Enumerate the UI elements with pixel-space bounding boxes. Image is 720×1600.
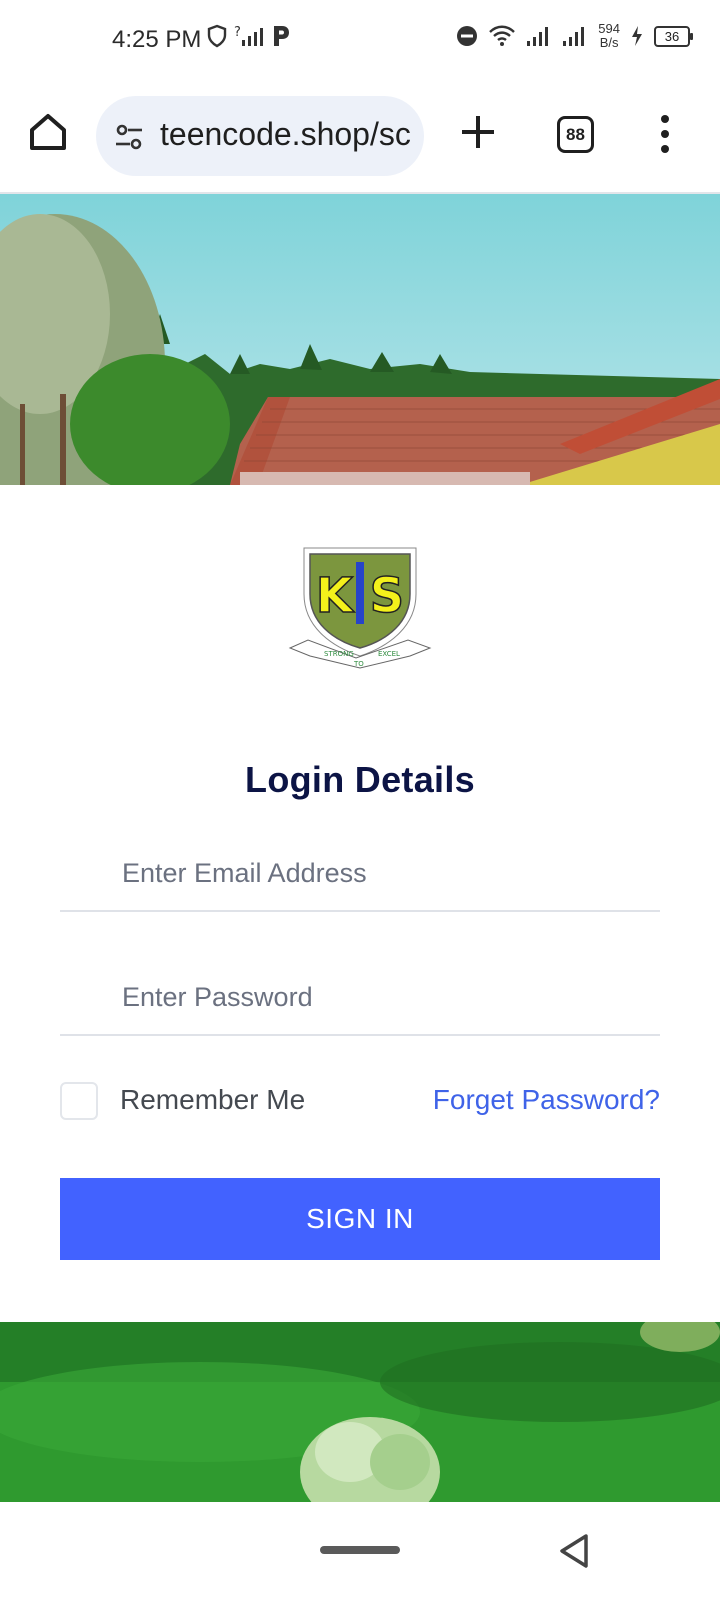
- address-bar[interactable]: teencode.shop/sc: [96, 96, 424, 176]
- password-field-container: [60, 944, 660, 1036]
- school-logo: K S STRONG TO EXCEL: [286, 544, 434, 680]
- status-right-icons: 594 B/s 36: [456, 22, 693, 50]
- remember-label[interactable]: Remember Me: [120, 1084, 305, 1116]
- home-icon[interactable]: [26, 110, 70, 154]
- status-left-icons: ?: [206, 24, 292, 48]
- net-speed-unit: B/s: [599, 35, 619, 50]
- logo-motto-2: TO: [353, 660, 364, 668]
- email-field[interactable]: [120, 850, 644, 896]
- plus-icon[interactable]: [456, 110, 500, 154]
- signal-icon: [527, 27, 549, 46]
- login-title: Login Details: [245, 759, 475, 801]
- password-field[interactable]: [120, 974, 644, 1020]
- back-icon[interactable]: [556, 1532, 592, 1570]
- more-vert-icon[interactable]: [660, 114, 670, 154]
- status-time: 4:25 PM: [112, 26, 202, 53]
- remember-row: Remember Me Forget Password?: [60, 1080, 660, 1120]
- tune-icon[interactable]: [114, 122, 144, 152]
- hero-image-bottom: [0, 1322, 720, 1502]
- tabs-icon[interactable]: 88: [557, 116, 594, 153]
- logo-motto-1: STRONG: [324, 650, 354, 658]
- signal-unknown-icon: ?: [234, 25, 263, 46]
- charging-icon: [632, 26, 642, 46]
- url-text[interactable]: teencode.shop/sc: [160, 116, 411, 153]
- logo-motto-3: EXCEL: [378, 650, 400, 658]
- p-app-icon: [274, 26, 289, 46]
- wifi-icon: [489, 25, 516, 46]
- battery-indicator: 36: [654, 25, 693, 47]
- dnd-icon: [457, 26, 478, 46]
- shield-icon: [207, 24, 227, 48]
- net-speed: 594 B/s: [598, 22, 620, 50]
- remember-checkbox[interactable]: [60, 1082, 98, 1120]
- svg-text:?: ?: [234, 25, 241, 40]
- forgot-password-link[interactable]: Forget Password?: [433, 1084, 660, 1116]
- status-bar: 4:25 PM ? 594 B/s 36: [0, 0, 720, 80]
- system-nav-bar: [0, 1502, 720, 1600]
- sign-in-button[interactable]: SIGN IN: [60, 1178, 660, 1260]
- net-speed-value: 594: [598, 21, 620, 36]
- signal-icon: [563, 27, 585, 46]
- hero-image-top: [0, 194, 720, 485]
- home-gesture-bar[interactable]: [320, 1546, 400, 1554]
- email-field-container: [60, 820, 660, 912]
- browser-toolbar: teencode.shop/sc 88: [0, 80, 720, 194]
